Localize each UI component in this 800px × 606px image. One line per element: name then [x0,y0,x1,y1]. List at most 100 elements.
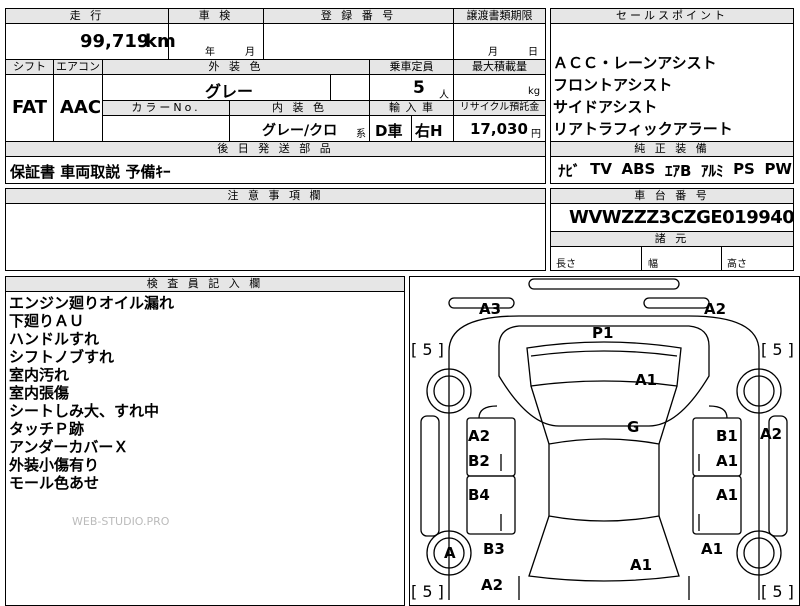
equipment-item: PW [764,160,792,178]
equipment-header: 純 正 装 備 [551,142,793,156]
damage-mark-a2: A2 [481,576,504,594]
inspector-note: アンダーカバーＸ [9,438,129,456]
shift-header: シフト [6,60,53,74]
front-bumper-top [528,278,680,290]
damage-mark-a2: A2 [760,425,783,443]
equipment-item: TV [590,160,612,178]
damage-mark-a2: A2 [468,427,491,445]
equipment-item: ABS [621,160,656,178]
caution-header: 注 意 事 項 欄 [6,189,545,203]
exterior-color-header: 外 装 色 [103,60,369,74]
sales-points-list: ＡＣＣ・レーンアシスト フロントアシスト サイドアシスト リアトラフィックアラー… [553,52,733,140]
tyre-tread-front-right: [ 5 ] [761,340,794,359]
damage-mark-b3: B3 [483,540,505,558]
later-parts-header: 後 日 発 送 部 品 [6,142,545,156]
inspector-note: 外装小傷有り [9,456,100,474]
inspector-note: ハンドルすれ [9,330,100,348]
chassis-number: WVWZZZ3CZGE019940 [569,207,795,228]
tyre-tread-rear-left: [ 5 ] [411,582,444,601]
a-pillar-left [530,385,550,445]
dimensions-header: 諸 元 [551,232,793,246]
sales-point: ＡＣＣ・レーンアシスト [553,54,717,72]
aircon-value: AAC [60,97,102,118]
color-no-header: カラーNo. [103,101,229,115]
damage-mark-b4: B4 [468,486,490,504]
mileage-header: 走 行 [6,9,168,23]
inspection-month-unit: 月 [245,47,255,58]
headlight-right [643,297,710,309]
damage-mark-a1: A1 [701,540,724,558]
capacity-value: 5 [413,78,425,98]
inspector-note: シートしみ大、すれ中 [9,402,160,420]
transfer-day-unit: 日 [528,47,538,58]
sales-point: リアトラフィックアラート [553,120,733,138]
windshield [526,341,682,387]
right-rear-door [692,475,742,535]
sales-point: サイドアシスト [553,98,658,116]
inspector-note: 下廻りＡＵ [9,312,85,330]
damage-mark-p1: P1 [592,324,614,342]
inspector-note: エンジン廻りオイル漏れ [9,294,175,312]
length-label: 長さ [556,259,576,270]
roof [548,438,660,522]
inspector-note: モール色あせ [9,474,100,492]
equipment-item: PS [733,160,755,178]
equipment-list: ﾅﾋﾞ TV ABS ｴｱB ｱﾙﾐ PS PW [558,160,792,181]
width-label: 幅 [648,259,658,270]
transfer-month-unit: 月 [488,47,498,58]
max-load-header: 最大積載量 [454,60,545,74]
damage-mark-a3: A3 [479,300,502,318]
rear-deck [518,576,690,600]
mirror-left [478,405,498,419]
interior-color-header: 内 装 色 [230,101,369,115]
tyre-tread-front-left: [ 5 ] [411,340,444,359]
capacity-unit: 人 [439,90,449,101]
capacity-header: 乗車定員 [370,60,453,74]
import-d-value: D車 [375,122,403,140]
inspector-notes: エンジン廻りオイル漏れ 下廻りＡＵ ハンドルすれ シフトノブすれ 室内汚れ 室内… [9,294,174,492]
max-load-unit: kg [528,86,541,97]
sales-point: フロントアシスト [553,76,673,94]
damage-mark-a1: A1 [716,486,739,504]
watermark: WEB-STUDIO.PRO [72,515,170,528]
recycle-value: 17,030 [470,120,528,138]
damage-mark-a1: A1 [716,452,739,470]
transfer-header: 譲渡書類期限 [454,9,545,23]
mirror-right [708,405,728,419]
interior-color-value: グレー/クロ [262,123,338,139]
damage-mark-a: A [444,544,456,562]
damage-mark-a1: A1 [635,371,658,389]
inspector-note: シフトノブすれ [9,348,115,366]
shift-value: FAT [12,97,48,118]
height-label: 高さ [727,259,747,270]
damage-mark-a2: A2 [704,300,727,318]
interior-color-suffix: 系 [356,129,366,140]
registration-header: 登 録 番 号 [264,9,453,23]
inspector-note: 室内汚れ [9,366,70,384]
import-header: 輸 入 車 [370,101,453,115]
damage-mark-a1: A1 [630,556,653,574]
inspection-year-unit: 年 [205,47,215,58]
later-parts-value: 保証書 車両取説 予備ｷｰ [10,163,171,181]
inspector-note: タッチＰ跡 [9,420,85,438]
mileage-unit: km [145,31,176,52]
damage-mark-g: G [627,418,640,436]
import-h-value: 右H [415,122,443,140]
inspection-header: 車 検 [169,9,263,23]
mileage-value: 99,719 [80,31,150,52]
rear-window [528,515,680,582]
inspector-header: 検 査 員 記 入 欄 [6,277,404,291]
chassis-header: 車 台 番 号 [551,189,793,203]
left-rear-door [466,475,516,535]
damage-mark-b2: B2 [468,452,490,470]
a-pillar-right [658,385,678,445]
recycle-header: リサイクル預託金 [454,101,545,115]
aircon-header: エアコン [54,60,102,74]
inspector-note: 室内張傷 [9,384,70,402]
equipment-item: ﾅﾋﾞ [558,162,581,180]
equipment-item: ｴｱB [664,162,692,180]
sales-points-header: セールスポイント [551,9,793,23]
equipment-item: ｱﾙﾐ [700,162,724,180]
skirt-left [420,415,440,537]
recycle-unit: 円 [531,129,541,140]
